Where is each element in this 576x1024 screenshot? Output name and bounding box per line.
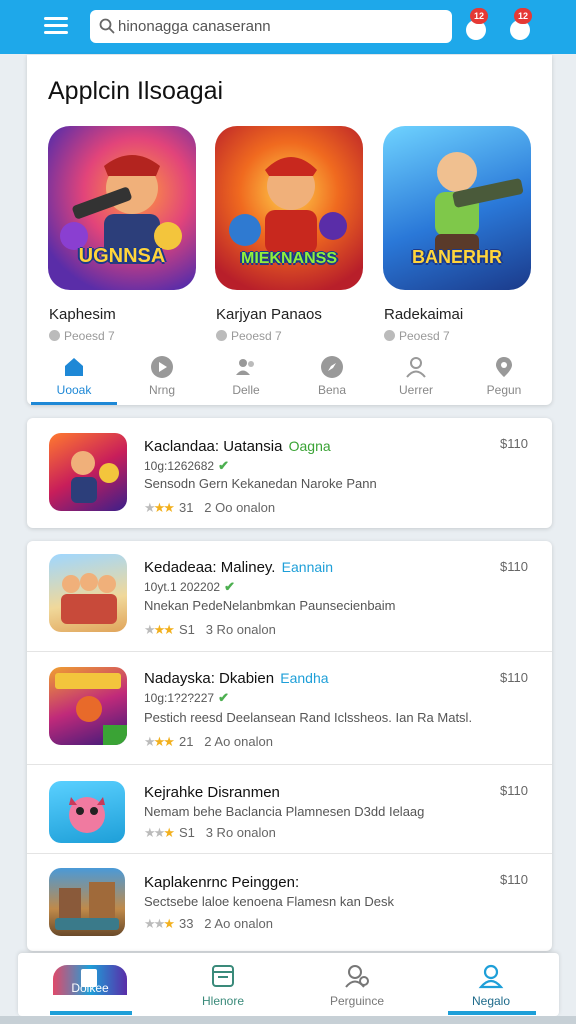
featured-app-tile[interactable]: BANERHR Radekaimai Peoesd 7 (383, 126, 533, 343)
art-title-text: BANERHR (412, 247, 502, 267)
nav-item-people[interactable]: Perguince (307, 953, 407, 1016)
info-icon (216, 330, 227, 341)
app-rating: ★★★ 31 2 Oo onalon (144, 500, 276, 515)
location-icon (496, 357, 512, 377)
app-rating: ★★★ 33 2 Ao onalon (144, 916, 273, 931)
user-group-icon (345, 965, 369, 988)
featured-app-name: Kaphesim (49, 306, 116, 323)
nav-item-profile[interactable]: Negalo (441, 953, 541, 1016)
app-price: $110 (500, 559, 528, 574)
featured-app-subtitle: Peoesd 7 (384, 329, 450, 343)
tab-home[interactable]: Uooak (30, 351, 118, 405)
list-item[interactable]: Kejrahke Disranmen Nemam behe Baclancia … (27, 765, 552, 853)
app-meta: 10g:1262682 ✔ (144, 458, 229, 473)
app-meta: 10g:1?2?227 ✔ (144, 690, 229, 705)
app-icon (49, 667, 127, 745)
system-nav-bar (0, 1016, 576, 1024)
app-price: $110 (500, 872, 528, 887)
verified-check-icon: ✔ (218, 458, 229, 473)
app-price: $110 (500, 670, 528, 685)
tab-user[interactable]: Uerrer (372, 351, 460, 405)
info-icon (384, 330, 395, 341)
list-item[interactable]: Kedadeaa: Maliney. Eannain 10yt.1 202202… (27, 541, 552, 651)
info-icon (49, 330, 60, 341)
app-description: Nnekan PedeNelanbmkan Paunsecienbaim (144, 598, 396, 613)
verified-check-icon: ✔ (224, 579, 235, 594)
store-icon (212, 965, 234, 987)
app-description: Sectsebe laloe kenoena Flamesn kan Desk (144, 894, 395, 909)
app-icon (49, 781, 125, 843)
app-price: $110 (500, 783, 528, 798)
app-title: Nadayska: Dkabien Eandha (144, 670, 329, 687)
search-icon (99, 18, 115, 34)
verified-check-icon: ✔ (218, 690, 229, 705)
art-title-text: MIEKNANSS (240, 250, 337, 267)
messages-count: 12 (514, 8, 532, 24)
search-bar[interactable] (90, 10, 452, 43)
app-price: $110 (500, 436, 528, 451)
top-app-bar: 12 12 (0, 0, 576, 54)
app-icon (49, 554, 127, 632)
app-description: Pestich reesd Deelansean Rand Iclssheos.… (144, 710, 473, 725)
bottom-navigation: Doikee Hlenore Perguince Negalo (18, 953, 559, 1016)
star-rating-icon: ★★★ (144, 500, 175, 515)
app-description: Nemam behe Baclancia Plamnesen D3dd Iela… (144, 804, 425, 819)
featured-app-art: BANERHR (383, 126, 531, 290)
home-icon (65, 358, 83, 376)
art-title-text: UGNNSA (78, 245, 166, 267)
tab-location[interactable]: Pegun (460, 351, 548, 405)
people-icon (236, 359, 254, 375)
app-list-card: Kaclandaa: Uatansia Oagna 10g:1262682 ✔ S… (27, 418, 552, 528)
nav-item-games[interactable]: Doikee (40, 953, 140, 1016)
app-rating: ★★★ S1 3 Ro onalon (144, 622, 276, 637)
list-item[interactable]: Kaclandaa: Uatansia Oagna 10g:1262682 ✔ S… (27, 418, 552, 528)
messages-button[interactable]: 12 (506, 8, 536, 44)
person-icon (406, 357, 426, 378)
featured-app-name: Radekaimai (384, 306, 464, 323)
featured-app-tile[interactable]: UGNNSA Kaphesim Peoesd 7 (48, 126, 198, 343)
active-tab-indicator (31, 402, 117, 405)
app-description: Sensodn Gern Kekanedan Naroke Pann (144, 476, 377, 491)
tab-explore[interactable]: Bena (288, 351, 376, 405)
star-rating-icon: ★★★ (144, 825, 175, 840)
star-rating-icon: ★★★ (144, 916, 175, 931)
featured-app-art: UGNNSA (48, 126, 196, 290)
app-list-card: Kedadeaa: Maliney. Eannain 10yt.1 202202… (27, 541, 552, 951)
app-title: Kedadeaa: Maliney. Eannain (144, 559, 334, 576)
active-nav-indicator (50, 1011, 132, 1015)
featured-app-tile[interactable]: MIEKNANSS Karjyan Panaos Peoesd 7 (215, 126, 365, 343)
compass-icon (321, 356, 343, 378)
hamburger-menu-icon[interactable] (40, 12, 72, 40)
app-title: Kaplakenrnc Peinggen: (144, 874, 300, 891)
app-rating: ★★★ 21 2 Ao onalon (144, 734, 273, 749)
section-title: Applcin Ilsoagai (48, 77, 224, 105)
featured-section: Applcin Ilsoagai UGNNSA Kaphesim Peoesd … (27, 55, 552, 405)
star-rating-icon: ★★★ (144, 734, 175, 749)
app-meta: 10yt.1 202202 ✔ (144, 579, 235, 594)
app-title: Kejrahke Disranmen (144, 784, 280, 801)
profile-icon (478, 964, 504, 989)
tab-people[interactable]: Delle (202, 351, 290, 405)
category-tabs: Uooak Nrng Delle Bena Uerrer Pegun (27, 351, 552, 405)
notification-button[interactable]: 12 (462, 8, 492, 44)
nav-item-store[interactable]: Hlenore (173, 953, 273, 1016)
featured-app-subtitle: Peoesd 7 (216, 329, 282, 343)
star-rating-icon: ★★★ (144, 622, 175, 637)
play-icon (151, 356, 173, 378)
active-nav-indicator (448, 1011, 536, 1015)
featured-app-art: MIEKNANSS (215, 126, 363, 290)
featured-app-name: Karjyan Panaos (216, 306, 322, 323)
notification-count: 12 (470, 8, 488, 24)
list-item[interactable]: Kaplakenrnc Peinggen: Sectsebe laloe ken… (27, 854, 552, 950)
app-icon (49, 433, 127, 511)
search-input[interactable] (118, 15, 438, 37)
app-icon (49, 868, 125, 936)
app-title: Kaclandaa: Uatansia Oagna (144, 438, 331, 455)
tab-play[interactable]: Nrng (118, 351, 206, 405)
featured-app-subtitle: Peoesd 7 (49, 329, 115, 343)
app-rating: ★★★ S1 3 Ro onalon (144, 825, 276, 840)
list-item[interactable]: Nadayska: Dkabien Eandha 10g:1?2?227 ✔ Pe… (27, 652, 552, 764)
